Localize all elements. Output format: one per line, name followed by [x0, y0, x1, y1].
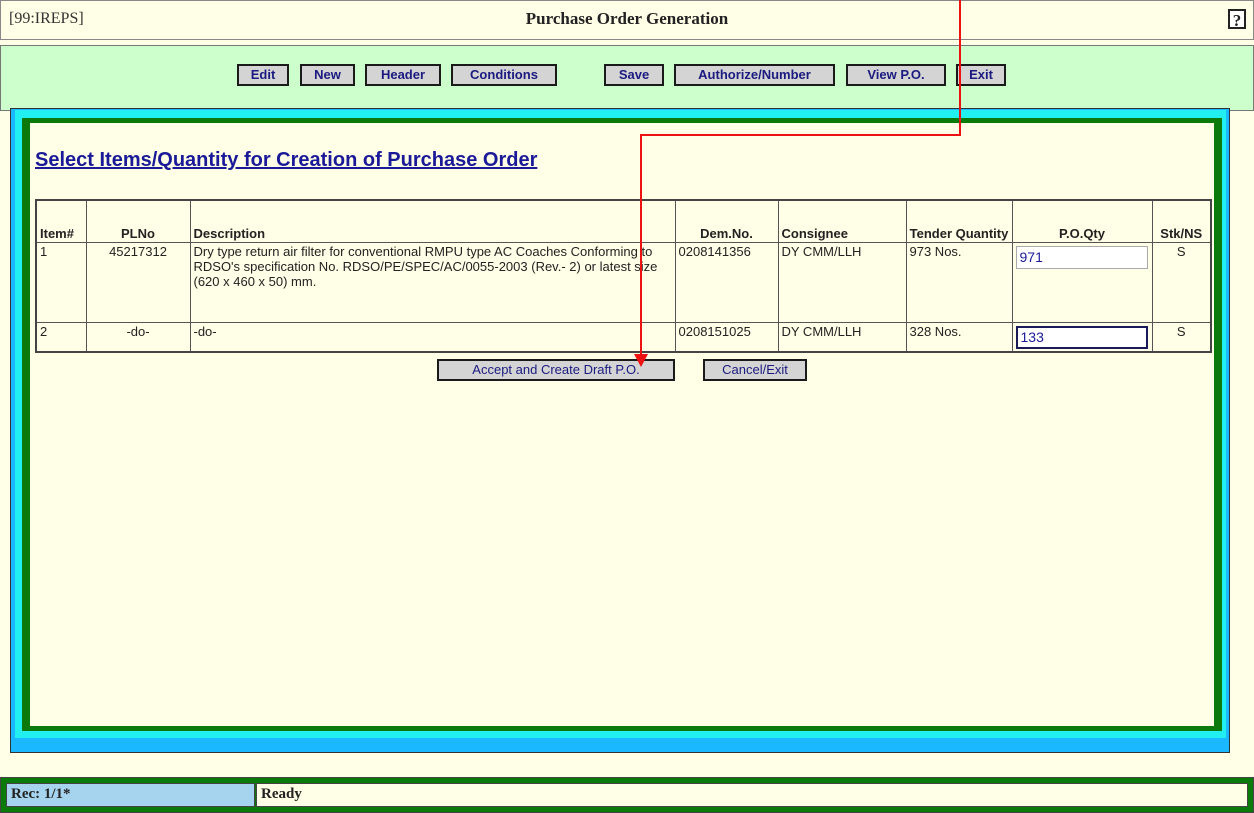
help-icon[interactable]: ? [1228, 9, 1246, 30]
tender-quantity: 328 Nos. [905, 321, 1013, 353]
exit-button[interactable]: Exit [956, 64, 1006, 86]
new-button[interactable]: New [300, 64, 355, 86]
stock-status: S [1151, 321, 1212, 353]
table-row: 1 45217312 Dry type return air filter fo… [35, 241, 1212, 323]
accept-create-draft-po-button[interactable]: Accept and Create Draft P.O. [437, 359, 675, 381]
consignee: DY CMM/LLH [777, 241, 907, 323]
edit-button[interactable]: Edit [237, 64, 289, 86]
item-description: Dry type return air filter for conventio… [189, 241, 676, 323]
pl-number: 45217312 [85, 241, 191, 323]
po-qty-cell [1011, 321, 1153, 353]
page-title: Purchase Order Generation [525, 9, 729, 28]
po-qty-input[interactable] [1015, 245, 1148, 269]
demand-number: 0208151025 [674, 321, 779, 353]
items-table: Item# PLNo Description Dem.No. Consignee… [35, 199, 1212, 353]
record-indicator: Rec: 1/1* [6, 783, 255, 807]
column-header-po-qty: P.O.Qty [1011, 199, 1153, 243]
item-number: 2 [35, 321, 87, 353]
section-heading: Select Items/Quantity for Creation of Pu… [35, 149, 538, 171]
status-message: Ready [256, 783, 1248, 807]
tender-quantity: 973 Nos. [905, 241, 1013, 323]
demand-number: 0208141356 [674, 241, 779, 323]
status-bar: Rec: 1/1* Ready [0, 777, 1254, 813]
stock-status: S [1151, 241, 1212, 323]
column-header-plno: PLNo [85, 199, 191, 243]
column-header-tender-quantity: Tender Quantity [905, 199, 1013, 243]
save-button[interactable]: Save [604, 64, 664, 86]
item-number: 1 [35, 241, 87, 323]
item-description: -do- [189, 321, 676, 353]
pl-number: -do- [85, 321, 191, 353]
conditions-button[interactable]: Conditions [451, 64, 557, 86]
table-row: 2 -do- -do- 0208151025 DY CMM/LLH 328 No… [35, 321, 1212, 353]
po-qty-input[interactable] [1015, 325, 1148, 349]
column-header-item: Item# [35, 199, 87, 243]
column-header-dem-no: Dem.No. [674, 199, 779, 243]
view-po-button[interactable]: View P.O. [846, 64, 946, 86]
consignee: DY CMM/LLH [777, 321, 907, 353]
toolbar: Edit New Header Conditions Save Authoriz… [0, 45, 1254, 111]
cancel-exit-button[interactable]: Cancel/Exit [703, 359, 807, 381]
title-bar: [99:IREPS] Purchase Order Generation ? [0, 0, 1254, 40]
column-header-stk-ns: Stk/NS [1151, 199, 1212, 243]
column-header-consignee: Consignee [777, 199, 907, 243]
table-header-row: Item# PLNo Description Dem.No. Consignee… [35, 199, 1212, 243]
header-button[interactable]: Header [365, 64, 441, 86]
authorize-number-button[interactable]: Authorize/Number [674, 64, 835, 86]
po-qty-cell [1011, 241, 1153, 323]
column-header-description: Description [189, 199, 676, 243]
